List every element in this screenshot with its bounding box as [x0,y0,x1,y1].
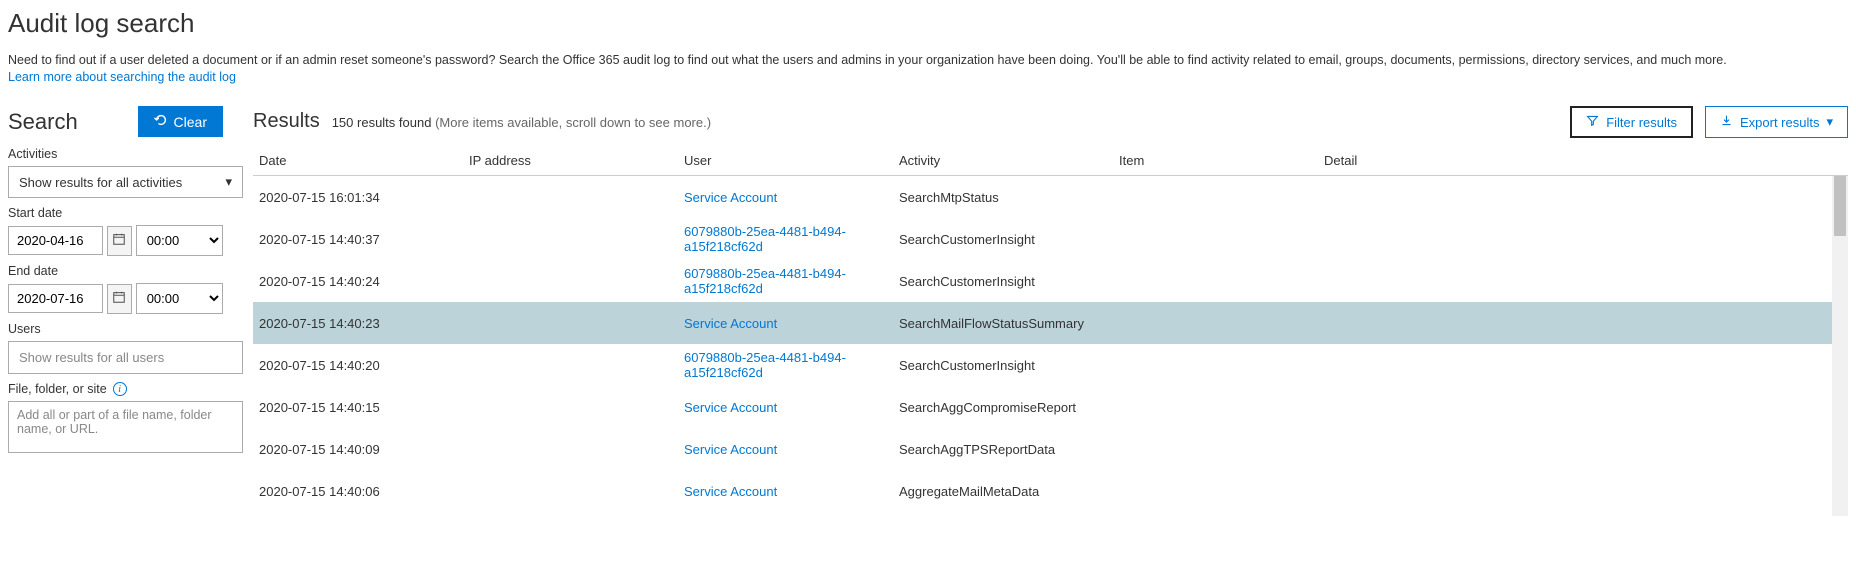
results-count: 150 results found [332,115,432,130]
file-input[interactable] [8,401,243,453]
user-link[interactable]: Service Account [684,316,777,331]
activities-value: Show results for all activities [19,175,182,190]
cell-date: 2020-07-15 14:40:06 [259,484,469,499]
filter-icon [1586,114,1599,130]
filter-results-button[interactable]: Filter results [1570,106,1693,138]
results-title: Results [253,110,320,133]
export-results-button[interactable]: Export results ▾ [1705,106,1848,138]
calendar-icon [112,232,126,249]
cell-activity: SearchMailFlowStatusSummary [899,316,1119,331]
table-row[interactable]: 2020-07-15 14:40:09 Service Account Sear… [253,428,1848,470]
table-row[interactable]: 2020-07-15 14:40:24 6079880b-25ea-4481-b… [253,260,1848,302]
cell-activity: SearchCustomerInsight [899,358,1119,373]
col-activity-header[interactable]: Activity [899,153,1119,168]
cell-date: 2020-07-15 14:40:24 [259,274,469,289]
start-date-input[interactable] [8,226,103,255]
user-link[interactable]: Service Account [684,442,777,457]
activities-label: Activities [8,147,223,161]
scrollbar[interactable] [1832,176,1848,516]
col-ip-header[interactable]: IP address [469,153,684,168]
caret-down-icon: ▾ [1826,114,1833,130]
table-row[interactable]: 2020-07-15 14:40:20 6079880b-25ea-4481-b… [253,344,1848,386]
cell-activity: SearchAggCompromiseReport [899,400,1119,415]
users-label: Users [8,322,223,336]
page-description: Need to find out if a user deleted a doc… [8,53,1848,67]
clear-label: Clear [174,114,207,130]
filter-label: Filter results [1606,115,1677,130]
cell-date: 2020-07-15 16:01:34 [259,190,469,205]
end-date-input[interactable] [8,284,103,313]
users-input[interactable] [8,341,243,374]
start-time-select[interactable]: 00:00 [136,225,223,256]
cell-date: 2020-07-15 14:40:20 [259,358,469,373]
table-row[interactable]: 2020-07-15 14:40:37 6079880b-25ea-4481-b… [253,218,1848,260]
learn-more-link[interactable]: Learn more about searching the audit log [8,70,236,84]
caret-down-icon: ▾ [225,174,232,190]
file-label: File, folder, or site i [8,382,223,396]
table-row[interactable]: 2020-07-15 16:01:34 Service Account Sear… [253,176,1848,218]
col-item-header[interactable]: Item [1119,153,1324,168]
start-date-calendar-button[interactable] [107,226,132,256]
cell-date: 2020-07-15 14:40:23 [259,316,469,331]
start-date-label: Start date [8,206,223,220]
info-icon[interactable]: i [113,382,127,396]
cell-date: 2020-07-15 14:40:15 [259,400,469,415]
cell-activity: SearchCustomerInsight [899,274,1119,289]
activities-select[interactable]: Show results for all activities ▾ [8,166,243,198]
user-link[interactable]: 6079880b-25ea-4481-b494-a15f218cf62d [684,224,846,254]
end-date-calendar-button[interactable] [107,284,132,314]
user-link[interactable]: Service Account [684,400,777,415]
cell-activity: SearchMtpStatus [899,190,1119,205]
clear-button[interactable]: Clear [138,106,223,137]
table-row[interactable]: 2020-07-15 14:40:06 Service Account Aggr… [253,470,1848,512]
table-row[interactable]: 2020-07-15 14:40:23 Service Account Sear… [253,302,1848,344]
end-time-select[interactable]: 00:00 [136,283,223,314]
export-label: Export results [1740,115,1819,130]
scroll-thumb[interactable] [1834,176,1846,236]
cell-date: 2020-07-15 14:40:09 [259,442,469,457]
col-detail-header[interactable]: Detail [1324,153,1842,168]
download-icon [1720,114,1733,130]
cell-activity: AggregateMailMetaData [899,484,1119,499]
cell-activity: SearchCustomerInsight [899,232,1119,247]
end-date-label: End date [8,264,223,278]
user-link[interactable]: Service Account [684,190,777,205]
page-title: Audit log search [8,8,1848,39]
table-header: Date IP address User Activity Item Detai… [253,146,1848,176]
user-link[interactable]: 6079880b-25ea-4481-b494-a15f218cf62d [684,266,846,296]
user-link[interactable]: 6079880b-25ea-4481-b494-a15f218cf62d [684,350,846,380]
col-user-header[interactable]: User [684,153,899,168]
results-more-text: (More items available, scroll down to se… [435,115,711,130]
cell-date: 2020-07-15 14:40:37 [259,232,469,247]
table-row[interactable]: 2020-07-15 14:40:15 Service Account Sear… [253,386,1848,428]
user-link[interactable]: Service Account [684,484,777,499]
cell-activity: SearchAggTPSReportData [899,442,1119,457]
undo-icon [154,113,168,130]
calendar-icon [112,290,126,307]
col-date-header[interactable]: Date [259,153,469,168]
search-title: Search [8,109,78,135]
